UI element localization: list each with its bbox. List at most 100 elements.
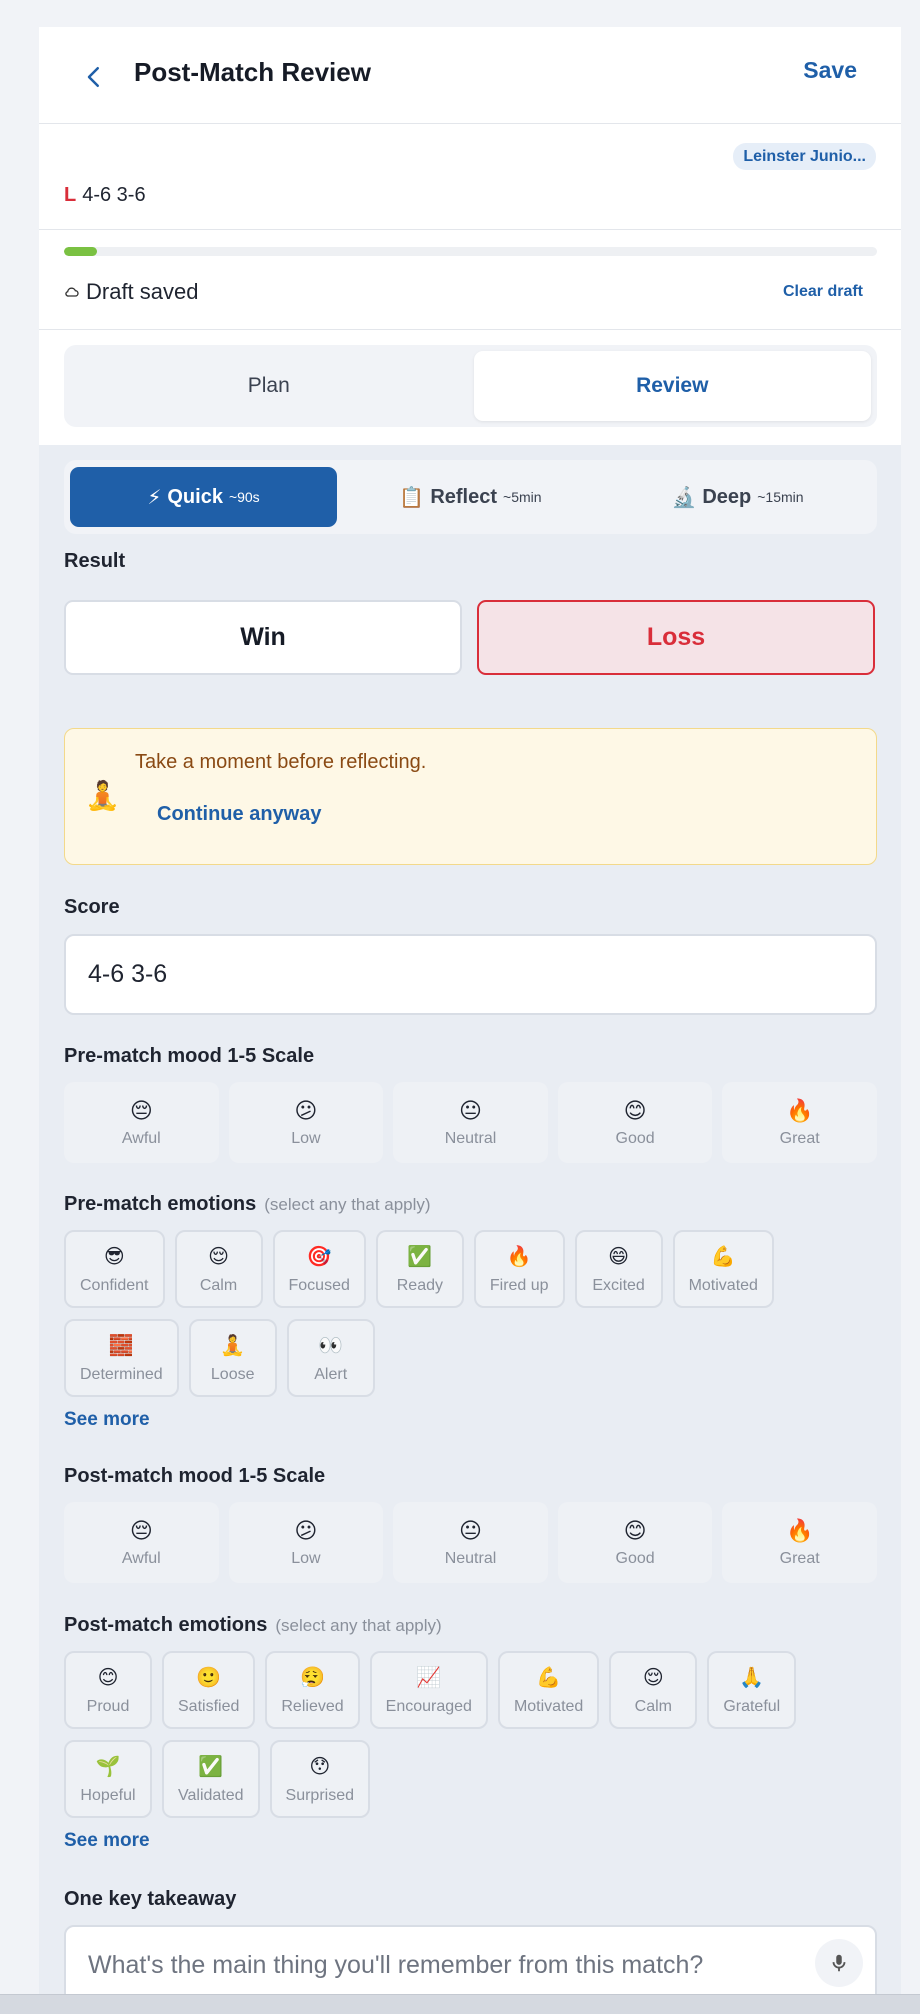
match-summary: Leinster Junio... L 4-6 3-6 — [39, 124, 901, 230]
emotion-chip-determined[interactable]: 🧱 Determined — [64, 1319, 179, 1397]
depth-reflect[interactable]: 📋 Reflect ~5min — [337, 467, 604, 527]
emotion-chip-loose[interactable]: 🧘 Loose — [188, 1319, 277, 1397]
depth-duration: ~5min — [503, 489, 542, 505]
depth-label: Reflect — [430, 485, 498, 508]
emotion-chip-confident[interactable]: 😎 Confident — [64, 1230, 165, 1308]
result-letter: L — [64, 184, 77, 206]
emotion-label: Determined — [80, 1365, 163, 1383]
emotion-label: Ready — [396, 1276, 443, 1294]
bottom-bar — [0, 1994, 920, 2014]
draft-status: Draft saved — [64, 279, 199, 305]
emotion-chip-calm[interactable]: 😌 Calm — [174, 1230, 263, 1308]
emotion-chip-excited[interactable]: 😄 Excited — [574, 1230, 663, 1308]
emotion-label: Encouraged — [385, 1697, 472, 1715]
depth-quick[interactable]: ⚡ Quick ~90s — [70, 467, 337, 527]
emotion-chip-grateful[interactable]: 🙏 Grateful — [707, 1651, 797, 1729]
progress-fill — [64, 247, 97, 256]
mood-option-awful[interactable]: 😔 Awful — [64, 1082, 219, 1163]
emotion-emoji-icon: 🧘 — [220, 1334, 246, 1357]
emotion-label: Validated — [178, 1786, 244, 1804]
emotion-chip-ready[interactable]: ✅ Ready — [375, 1230, 464, 1308]
emotion-emoji-icon: 🔥 — [506, 1245, 532, 1268]
page-title: Post-Match Review — [134, 57, 371, 87]
emotion-emoji-icon: ✅ — [198, 1755, 224, 1778]
review-form: ⚡ Quick ~90s 📋 Reflect ~5min 🔬 Deep ~15min Resul… — [39, 445, 901, 2002]
post-emotions-chips: 😊 Proud 🙂 Satisfied 😮‍💨 Relieved 📈 Encouraged 💪 M… — [64, 1651, 877, 1818]
emotion-emoji-icon: 🎯 — [306, 1245, 332, 1268]
depth-deep[interactable]: 🔬 Deep ~15min — [604, 467, 871, 527]
continue-anyway-button[interactable]: Continue anyway — [157, 803, 321, 826]
loss-button[interactable]: Loss — [477, 600, 875, 675]
emotion-chip-motivated[interactable]: 💪 Motivated — [672, 1230, 774, 1308]
emotion-label: Satisfied — [178, 1697, 240, 1715]
emotion-emoji-icon: 😌 — [642, 1666, 664, 1689]
emotion-chip-relieved[interactable]: 😮‍💨 Relieved — [265, 1651, 360, 1729]
emotion-chip-fired-up[interactable]: 🔥 Fired up — [473, 1230, 565, 1308]
mood-option-neutral[interactable]: 😐 Neutral — [393, 1502, 548, 1583]
emotion-label: Loose — [210, 1365, 255, 1383]
tab-review[interactable]: Review — [473, 351, 871, 421]
post-mood-label: Post-match mood 1-5 Scale — [64, 1465, 326, 1487]
mood-emoji-icon: 😔 — [129, 1097, 153, 1123]
emotion-emoji-icon: 💪 — [536, 1666, 562, 1689]
reflection-notice: 🧘 Take a moment before reflecting. Conti… — [64, 728, 877, 865]
mode-toggle-area: Plan Review — [39, 330, 901, 445]
mood-option-great[interactable]: 🔥 Great — [722, 1082, 877, 1163]
emotion-chip-satisfied[interactable]: 🙂 Satisfied — [162, 1651, 256, 1729]
microphone-icon — [832, 1954, 846, 1972]
mood-option-neutral[interactable]: 😐 Neutral — [393, 1082, 548, 1163]
emotion-chip-hopeful[interactable]: 🌱 Hopeful — [64, 1740, 152, 1818]
emotion-chip-alert[interactable]: 👀 Alert — [286, 1319, 375, 1397]
emotion-emoji-icon: 😊 — [97, 1666, 119, 1689]
mood-option-awful[interactable]: 😔 Awful — [64, 1502, 219, 1583]
mood-label: Good — [615, 1549, 655, 1567]
emotion-chip-surprised[interactable]: 😯 Surprised — [269, 1740, 371, 1818]
emotion-chip-focused[interactable]: 🎯 Focused — [272, 1230, 366, 1308]
mood-label: Low — [291, 1549, 321, 1567]
mode-toggle: Plan Review — [64, 345, 877, 427]
mood-emoji-icon: 😔 — [129, 1517, 153, 1543]
win-button[interactable]: Win — [64, 600, 462, 675]
emotion-chip-validated[interactable]: ✅ Validated — [162, 1740, 260, 1818]
microphone-button[interactable] — [815, 1939, 863, 1987]
mood-emoji-icon: 😐 — [459, 1517, 482, 1543]
emotion-emoji-icon: 😄 — [608, 1245, 629, 1268]
mood-option-great[interactable]: 🔥 Great — [722, 1502, 877, 1583]
mood-label: Neutral — [444, 1129, 497, 1147]
emotion-label: Alert — [314, 1365, 348, 1383]
emotion-emoji-icon: 😮‍💨 — [300, 1666, 325, 1689]
mood-label: Neutral — [444, 1549, 497, 1567]
emotion-label: Motivated — [688, 1276, 758, 1294]
match-score: 4-6 3-6 — [82, 184, 146, 206]
notice-text: Take a moment before reflecting. — [135, 751, 427, 773]
depth-duration: ~15min — [757, 489, 804, 505]
emotion-label: Excited — [592, 1276, 645, 1294]
clear-draft-button[interactable]: Clear draft — [783, 283, 863, 301]
emotion-chip-encouraged[interactable]: 📈 Encouraged — [369, 1651, 488, 1729]
score-input[interactable] — [64, 934, 877, 1015]
pre-emotions-see-more[interactable]: See more — [64, 1409, 150, 1431]
back-button[interactable] — [79, 62, 109, 92]
mood-option-good[interactable]: 😊 Good — [557, 1502, 713, 1583]
mood-option-low[interactable]: 😕 Low — [228, 1502, 384, 1583]
mood-option-low[interactable]: 😕 Low — [228, 1082, 384, 1163]
emotion-emoji-icon: 😎 — [103, 1245, 125, 1268]
emotion-emoji-icon: 🧱 — [108, 1334, 134, 1357]
mood-emoji-icon: 😕 — [294, 1097, 318, 1123]
depth-deep-icon: 🔬 — [671, 486, 697, 509]
emotion-chip-motivated[interactable]: 💪 Motivated — [497, 1651, 600, 1729]
pre-mood-label: Pre-match mood 1-5 Scale — [64, 1045, 315, 1067]
tab-plan[interactable]: Plan — [70, 351, 468, 421]
pre-emotions-hint: (select any that apply) — [264, 1195, 431, 1214]
emotion-chip-proud[interactable]: 😊 Proud — [64, 1651, 152, 1729]
save-button[interactable]: Save — [803, 57, 857, 84]
emotion-emoji-icon: 👀 — [318, 1334, 344, 1357]
emotion-chip-calm[interactable]: 😌 Calm — [609, 1651, 698, 1729]
mood-label: Low — [291, 1129, 321, 1147]
mood-label: Good — [615, 1129, 655, 1147]
depth-duration: ~90s — [228, 489, 260, 505]
mood-option-good[interactable]: 😊 Good — [557, 1082, 713, 1163]
depth-quick-icon: ⚡ — [147, 486, 162, 509]
post-emotions-see-more[interactable]: See more — [64, 1830, 150, 1852]
pre-emotions-chips: 😎 Confident 😌 Calm 🎯 Focused ✅ Ready 🔥 Fired up 😄 E… — [64, 1230, 877, 1397]
